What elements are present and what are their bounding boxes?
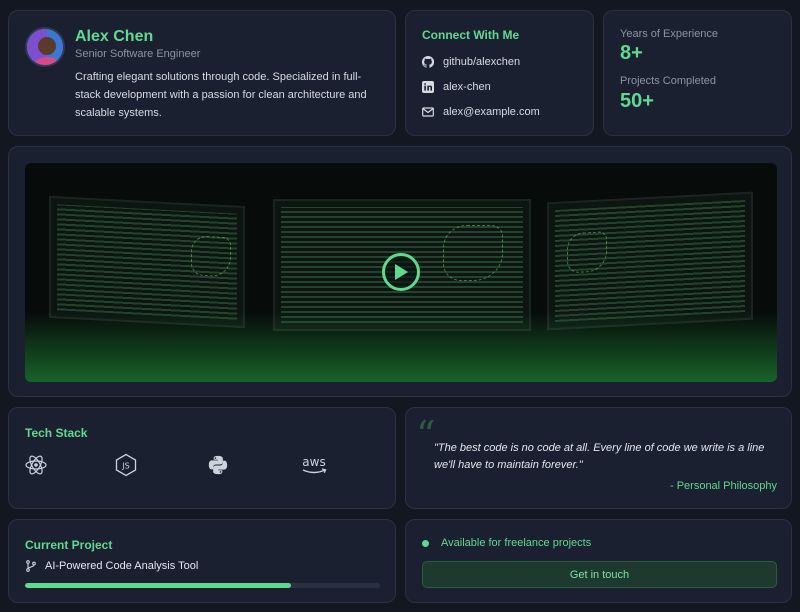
availability-text: Available for freelance projects [441,537,592,549]
quote-card: “ "The best code is no code at all. Ever… [405,407,792,509]
nodejs-icon: JS [113,452,139,478]
projects-value: 50+ [620,90,654,112]
avatar [25,27,65,67]
tech-stack-title: Tech Stack [25,426,88,440]
play-icon [395,264,408,280]
github-icon [422,56,434,68]
project-progress-fill [25,583,292,588]
availability-card: Available for freelance projects Get in … [405,519,792,603]
monitor-left-image [49,195,245,329]
git-branch-icon [25,560,37,572]
profile-bio: Crafting elegant solutions through code.… [75,71,367,119]
experience-value: 8+ [620,42,643,64]
project-name-row: AI-Powered Code Analysis Tool [25,560,198,572]
stats-card: Years of Experience 8+ Projects Complete… [603,10,792,136]
aws-icon: aws [299,452,329,478]
svg-text:JS: JS [121,462,129,471]
video-card [8,146,792,397]
monitor-right-image [547,191,753,331]
quote-author: - Personal Philosophy [669,480,777,492]
connect-card: Connect With Me github/alexchen alex-che… [405,10,594,136]
mail-icon [422,106,434,118]
github-label: github/alexchen [443,56,521,68]
availability-status: Available for freelance projects [422,537,591,549]
project-name: AI-Powered Code Analysis Tool [45,560,199,572]
experience-label: Years of Experience [620,28,719,40]
get-in-touch-button[interactable]: Get in touch [422,561,777,588]
video-player[interactable] [25,163,777,382]
project-progress-bar [25,583,380,588]
linkedin-link[interactable]: alex-chen [422,78,491,96]
desk-glow [25,312,777,382]
email-link[interactable]: alex@example.com [422,103,540,121]
github-link[interactable]: github/alexchen [422,53,520,71]
python-icon [205,452,231,478]
current-project-card: Current Project AI-Powered Code Analysis… [8,519,396,603]
linkedin-label: alex-chen [443,81,491,93]
profile-card: Alex Chen Senior Software Engineer Craft… [8,10,396,136]
aws-text: aws [302,455,325,469]
current-project-title: Current Project [25,538,113,552]
email-label: alex@example.com [443,106,540,118]
quote-text: "The best code is no code at all. Every … [434,442,765,471]
tech-stack-card: Tech Stack JS aws [8,407,396,509]
projects-label: Projects Completed [620,75,716,87]
react-icon [23,452,49,478]
profile-role: Senior Software Engineer [75,48,201,60]
status-dot-icon [422,539,429,547]
play-button[interactable] [382,253,420,291]
profile-name: Alex Chen [75,28,154,45]
linkedin-icon [422,81,434,93]
quote-icon: “ [416,413,436,457]
connect-title: Connect With Me [422,28,520,42]
